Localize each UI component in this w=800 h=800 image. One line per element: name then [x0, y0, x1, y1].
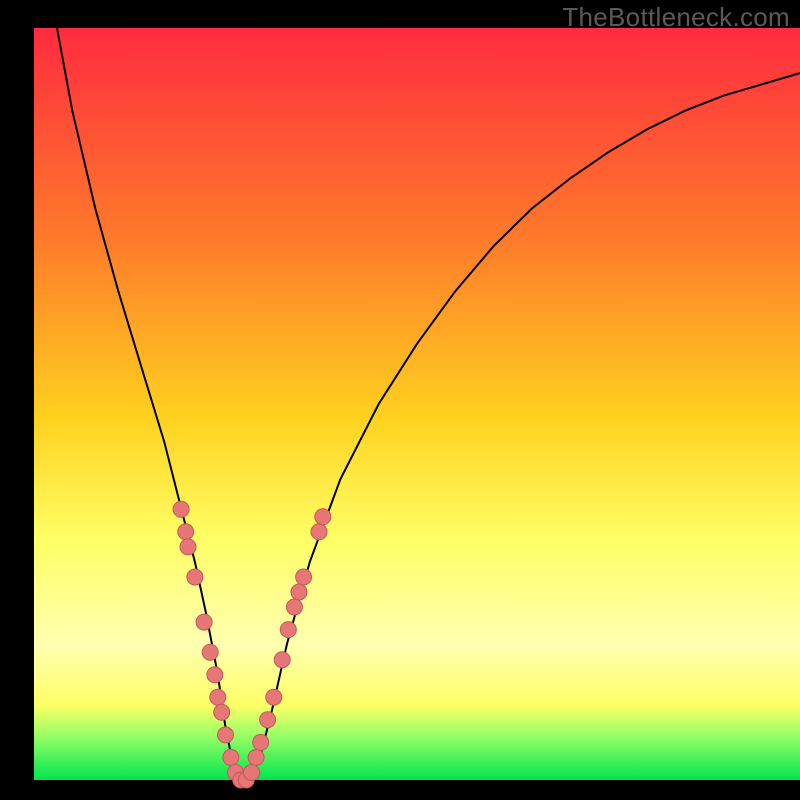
data-point [291, 584, 307, 600]
watermark-text: TheBottleneck.com [562, 2, 790, 33]
data-point [244, 765, 260, 781]
data-point [266, 689, 282, 705]
data-point [280, 622, 296, 638]
data-point [311, 524, 327, 540]
data-point [178, 524, 194, 540]
data-point [202, 644, 218, 660]
data-point [214, 704, 230, 720]
data-point [296, 569, 312, 585]
data-point [210, 689, 226, 705]
data-point [248, 749, 264, 765]
data-point [253, 734, 269, 750]
data-point [286, 599, 302, 615]
data-point [173, 501, 189, 517]
data-point [315, 509, 331, 525]
data-point [274, 652, 290, 668]
data-point [223, 749, 239, 765]
bottleneck-chart [0, 0, 800, 800]
data-point [218, 727, 234, 743]
plot-area [34, 28, 800, 780]
data-point [260, 712, 276, 728]
chart-root: TheBottleneck.com [0, 0, 800, 800]
data-point [187, 569, 203, 585]
data-point [207, 667, 223, 683]
data-point [196, 614, 212, 630]
data-point [180, 539, 196, 555]
